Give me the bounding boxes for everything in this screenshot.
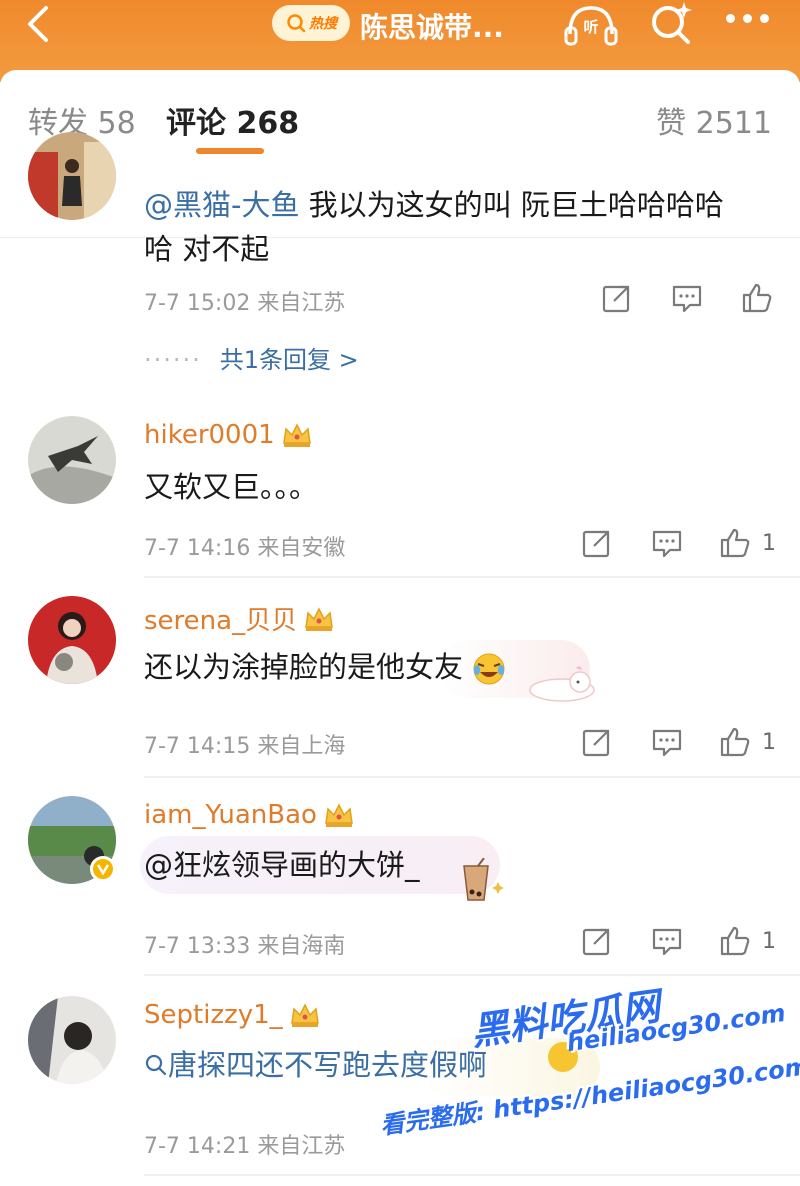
tab-comments[interactable]: 评论 268 [166,98,299,142]
avatar[interactable] [28,596,116,684]
tabs-divider [0,237,800,238]
like-count: 1 [762,729,776,755]
ai-search-icon[interactable] [646,0,696,48]
share-button[interactable] [580,523,614,563]
share-button[interactable] [580,921,614,961]
like-count: 1 [762,928,776,954]
comment-divider [144,1174,800,1176]
avatar[interactable] [28,132,116,220]
comment-text: @黑猫-大鱼 我以为这女的叫 阮巨土哈哈哈哈 [144,188,724,222]
share-icon [582,928,610,956]
like-button[interactable] [740,278,774,318]
like-button[interactable]: 1 [718,722,776,762]
comment-meta: 7-7 14:16 来自安徽 [144,536,346,561]
hot-search-label: 热搜 [309,16,337,32]
like-button[interactable]: 1 [718,523,776,563]
like-count: 1 [762,530,776,556]
tab-active-indicator [196,148,264,154]
crown-icon [305,606,333,631]
verified-badge-icon [90,856,116,882]
comment-icon [652,928,682,956]
mention-link[interactable]: @黑猫-大鱼 [144,188,299,222]
comment-meta: 7-7 13:33 来自海南 [144,934,346,959]
comment-meta: 7-7 14:21 来自江苏 [144,1134,346,1159]
reply-button[interactable] [650,921,684,961]
thumbs-up-icon [720,727,750,757]
comment-text-continued: 哈 对不起 [144,232,270,266]
comment-meta: 7-7 14:15 来自上海 [144,734,346,759]
share-button[interactable] [580,722,614,762]
reply-button[interactable] [670,278,704,318]
comment-text: @狂炫领导画的大饼_ [144,848,420,882]
emoji-sticker-icon [548,1042,578,1072]
thumbs-up-icon [720,528,750,558]
cat-sticker-icon [529,666,595,702]
search-topic-icon [145,1054,167,1076]
comment-divider [144,974,800,976]
view-replies-link[interactable]: ······ 共1条回复 > [144,340,359,375]
avatar[interactable] [28,996,116,1084]
listen-icon[interactable]: 听 [560,0,622,48]
comment-text: 又软又巨。。。 [144,470,319,504]
hot-search-pill[interactable]: 热搜 [272,5,350,41]
comment-divider [144,776,800,778]
back-icon[interactable] [18,2,58,46]
thumbs-up-icon [720,926,750,956]
avatar[interactable] [28,416,116,504]
more-icon[interactable] [726,14,776,30]
search-icon [287,14,306,33]
username[interactable]: hiker0001 [144,420,313,450]
tab-likes[interactable]: 赞 2511 [656,98,772,142]
thumbs-up-icon [742,283,772,313]
username[interactable]: iam_YuanBao [144,800,355,830]
comment-icon [652,530,682,558]
comment-meta: 7-7 15:02 来自江苏 [144,291,346,316]
comment-divider [144,576,800,578]
tab-bar: 转发 58 评论 268 赞 2511 [0,80,800,238]
share-icon [602,285,630,313]
comment-text: 唐探四还不写跑去度假啊 [144,1042,487,1088]
crown-icon [290,1003,319,1027]
crown-icon [325,803,353,827]
svg-text:听: 听 [583,18,598,36]
share-icon [582,530,610,558]
username[interactable]: serena_贝贝 [144,600,335,637]
like-button[interactable]: 1 [718,921,776,961]
comment-icon [672,285,702,313]
share-icon [582,729,610,757]
topic-title[interactable]: 陈思诚带... [360,6,504,46]
share-button[interactable] [600,278,634,318]
reply-button[interactable] [650,523,684,563]
laughing-tears-emoji [473,653,505,685]
comment-text: 还以为涂掉脸的是他女友 [144,644,506,690]
username[interactable]: Septizzy1_ [144,1000,321,1030]
bubble-tea-sticker-icon [463,858,504,901]
crown-icon [282,423,311,447]
reply-button[interactable] [650,722,684,762]
comment-icon [652,729,682,757]
